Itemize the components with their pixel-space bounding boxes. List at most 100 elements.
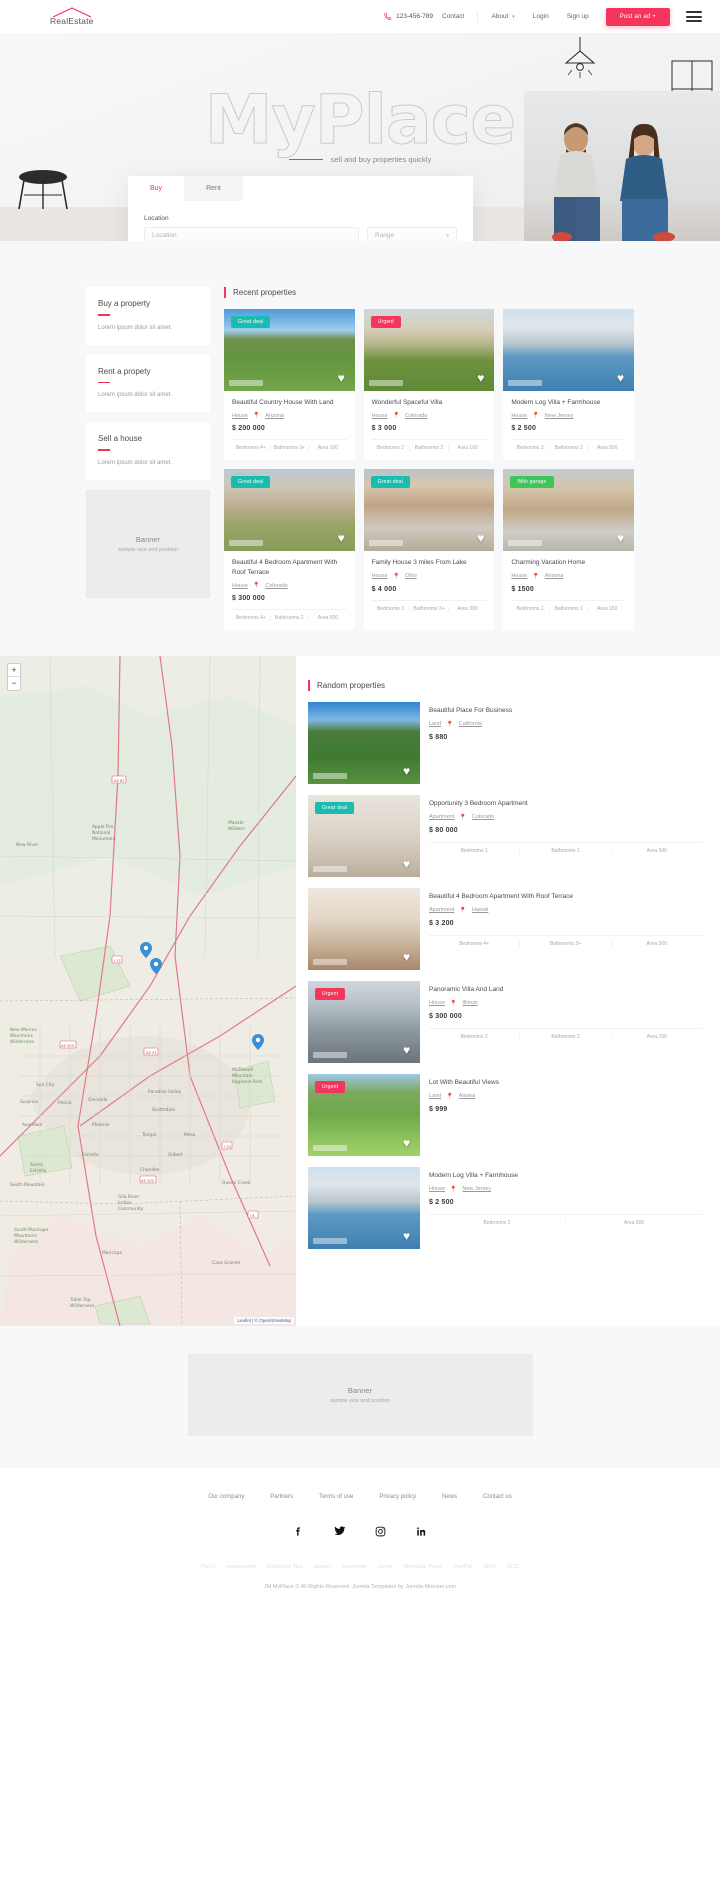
property-type-link[interactable]: House <box>372 573 388 579</box>
hamburger-icon[interactable] <box>686 11 702 22</box>
property-location-link[interactable]: Arizona <box>545 573 564 579</box>
property-title[interactable]: Modern Log Villa + Farmhouse <box>511 398 626 407</box>
favorite-heart-icon[interactable]: ♥ <box>474 532 487 545</box>
random-property-row[interactable]: ♥ Beautiful 4 Bedroom Apartment With Roof… <box>308 888 702 971</box>
property-location-link[interactable]: Arizona <box>265 413 284 419</box>
random-property-row[interactable]: Great deal ♥ Opportunity 3 Bedroom Apartme… <box>308 795 702 878</box>
favorite-heart-icon[interactable]: ♥ <box>400 1230 413 1243</box>
nav-signup[interactable]: Sign up <box>558 13 598 20</box>
property-card-image[interactable]: ♥ <box>308 702 420 785</box>
linkedin-icon[interactable] <box>415 1524 429 1538</box>
property-title[interactable]: Beautiful 4 Bedroom Apartment With Roof … <box>429 892 702 901</box>
map-attribution[interactable]: Leaflet | © OpenStreetMap <box>234 1317 294 1325</box>
property-card[interactable]: ♥ Modern Log Villa + Farmhouse House 📍 New J… <box>503 309 634 461</box>
nav-contact[interactable]: Contact <box>433 13 473 20</box>
twitter-icon[interactable] <box>333 1524 347 1538</box>
footer-link[interactable]: Privacy policy <box>379 1494 416 1500</box>
property-type-link[interactable]: House <box>372 413 388 419</box>
property-location-link[interactable]: Alaska <box>459 1093 476 1099</box>
property-card[interactable]: With garage ♥ Charming Vacation Home House 📍… <box>503 469 634 631</box>
property-location-link[interactable]: Hawaii <box>472 907 489 913</box>
property-type-link[interactable]: House <box>429 1186 445 1192</box>
facebook-icon[interactable] <box>292 1524 306 1538</box>
sidebar-card-rent[interactable]: Rent a propety Lorem ipsum dolor sit ame… <box>86 354 210 412</box>
tab-buy[interactable]: Buy <box>128 176 185 201</box>
favorite-heart-icon[interactable]: ♥ <box>614 532 627 545</box>
property-card-image[interactable]: Great deal ♥ <box>224 469 355 552</box>
property-title[interactable]: Beautiful Place For Business <box>429 706 702 715</box>
favorite-heart-icon[interactable]: ♥ <box>474 372 487 385</box>
favorite-heart-icon[interactable]: ♥ <box>614 372 627 385</box>
footer-link[interactable]: News <box>442 1494 457 1500</box>
property-type-link[interactable]: Land <box>429 1093 441 1099</box>
location-input[interactable]: Location <box>144 227 359 241</box>
property-card[interactable]: Great deal ♥ Beautiful 4 Bedroom Apartment… <box>224 469 355 631</box>
random-property-row[interactable]: Urgent ♥ Lot With Beautiful Views Land 📍 Alas… <box>308 1074 702 1157</box>
property-card-image[interactable]: ♥ <box>503 309 634 391</box>
map-pin-marker[interactable] <box>150 958 162 975</box>
property-location-link[interactable]: New Jersey <box>462 1186 491 1192</box>
tab-rent[interactable]: Rent <box>184 176 243 201</box>
property-map[interactable]: Apple Fire National Monument New River S… <box>0 656 296 1327</box>
favorite-heart-icon[interactable]: ♥ <box>335 532 348 545</box>
post-an-ad-button[interactable]: Post an ad + <box>605 7 670 26</box>
random-property-row[interactable]: ♥ Modern Log Villa + Farmhouse House 📍 New J… <box>308 1167 702 1250</box>
nav-about[interactable]: About ▾ <box>482 13 523 20</box>
instagram-icon[interactable] <box>374 1524 388 1538</box>
property-title[interactable]: Lot With Beautiful Views <box>429 1078 702 1087</box>
footer-link[interactable]: Terms of use <box>319 1494 353 1500</box>
bottom-banner[interactable]: Banner sample size and position <box>187 1354 533 1437</box>
property-type-link[interactable]: House <box>511 413 527 419</box>
footer-link[interactable]: Partners <box>270 1494 293 1500</box>
property-type-link[interactable]: Land <box>429 721 441 727</box>
property-location-link[interactable]: Illinois <box>462 1000 477 1006</box>
property-card-image[interactable]: ♥ <box>308 888 420 971</box>
map-zoom-in-button[interactable]: + <box>8 664 20 678</box>
map-pin-marker[interactable] <box>140 942 152 959</box>
random-property-row[interactable]: ♥ Beautiful Place For Business Land 📍 Califo… <box>308 702 702 785</box>
favorite-heart-icon[interactable]: ♥ <box>335 372 348 385</box>
property-title[interactable]: Beautiful Country House With Land <box>232 398 347 407</box>
property-type-link[interactable]: House <box>511 573 527 579</box>
phone-link[interactable]: 123-456-789 <box>383 12 433 21</box>
favorite-heart-icon[interactable]: ♥ <box>400 1137 413 1150</box>
property-card[interactable]: Urgent ♥ Wonderful Spaceful Villa House 📍 Col… <box>363 309 495 461</box>
favorite-heart-icon[interactable]: ♥ <box>400 858 413 871</box>
property-type-link[interactable]: House <box>232 583 248 589</box>
nav-login[interactable]: Login <box>524 13 558 20</box>
favorite-heart-icon[interactable]: ♥ <box>400 951 413 964</box>
range-select[interactable]: Range ▾ <box>367 227 457 241</box>
sidebar-card-sell[interactable]: Sell a house Lorem ipsum dolor sit amet. <box>86 422 210 480</box>
sidebar-card-buy[interactable]: Buy a property Lorem ipsum dolor sit ame… <box>86 287 210 345</box>
logo[interactable]: RealEstate <box>50 7 94 26</box>
property-type-link[interactable]: House <box>429 1000 445 1006</box>
property-card-image[interactable]: Great deal ♥ <box>363 469 495 552</box>
footer-link[interactable]: Contact us <box>483 1494 512 1500</box>
map-pin-marker[interactable] <box>252 1034 264 1051</box>
property-card-image[interactable]: Great deal ♥ <box>308 795 420 878</box>
property-card[interactable]: Great deal ♥ Beautiful Country House With … <box>224 309 355 461</box>
map-zoom-out-button[interactable]: − <box>8 677 20 690</box>
map-zoom-controls[interactable]: + − <box>7 663 21 692</box>
property-title[interactable]: Family House 3 miles From Lake <box>372 558 487 567</box>
property-location-link[interactable]: Colorado <box>405 413 427 419</box>
property-location-link[interactable]: Colorado <box>472 814 494 820</box>
property-title[interactable]: Opportunity 3 Bedroom Apartment <box>429 799 702 808</box>
property-title[interactable]: Panoramic Villa And Land <box>429 985 702 994</box>
property-card-image[interactable]: With garage ♥ <box>503 469 634 552</box>
property-type-link[interactable]: Apartment <box>429 907 454 913</box>
property-card-image[interactable]: ♥ <box>308 1167 420 1250</box>
property-card[interactable]: Great deal ♥ Family House 3 miles From Lak… <box>363 469 495 631</box>
property-card-image[interactable]: Great deal ♥ <box>224 309 355 391</box>
footer-link[interactable]: Our company <box>208 1494 244 1500</box>
property-card-image[interactable]: Urgent ♥ <box>308 1074 420 1157</box>
property-location-link[interactable]: Colorado <box>265 583 287 589</box>
property-card-image[interactable]: Urgent ♥ <box>308 981 420 1064</box>
random-property-row[interactable]: Urgent ♥ Panoramic Villa And Land House 📍 Ill… <box>308 981 702 1064</box>
property-location-link[interactable]: New Jersey <box>545 413 574 419</box>
property-title[interactable]: Modern Log Villa + Farmhouse <box>429 1171 702 1180</box>
favorite-heart-icon[interactable]: ♥ <box>400 765 413 778</box>
property-card-image[interactable]: Urgent ♥ <box>363 309 495 391</box>
property-location-link[interactable]: California <box>459 721 482 727</box>
property-title[interactable]: Charming Vacation Home <box>511 558 626 567</box>
